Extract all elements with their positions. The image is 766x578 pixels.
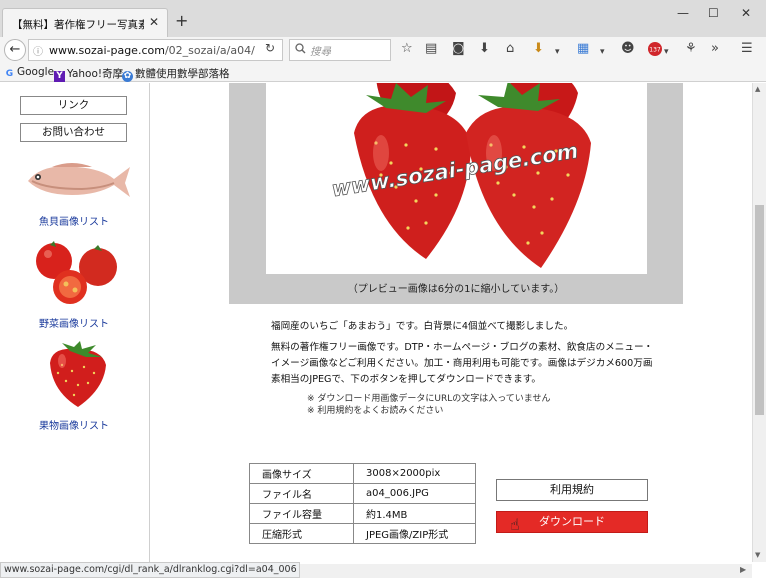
table-value: JPEG画像/ZIP形式 (353, 523, 476, 544)
url-path: /02_sozai/a/a04/ (164, 44, 255, 57)
image-info-table: 画像サイズ 3008×2000pix ファイル名 a04_006.JPG ファイ… (249, 463, 476, 544)
table-key: ファイル容量 (249, 503, 354, 524)
links-button[interactable]: リンク (20, 96, 127, 115)
horizontal-scrollbar[interactable]: ▶ (300, 564, 752, 578)
new-tab-icon[interactable]: + (175, 13, 188, 29)
reading-list-icon[interactable]: ▤ (425, 42, 437, 56)
extension-icon[interactable]: ⚘ (685, 42, 697, 56)
dropdown-arrow-icon[interactable]: ▾ (664, 45, 669, 59)
chat-icon[interactable]: ☻ (621, 42, 635, 56)
info-icon[interactable]: ⓘ (33, 43, 43, 58)
blog-icon: ✿ (122, 71, 133, 82)
table-row: ファイル容量 約1.4MB (249, 503, 476, 524)
fish-thumbnail[interactable] (22, 155, 132, 205)
table-key: ファイル名 (249, 483, 354, 504)
table-value: 3008×2000pix (353, 463, 476, 484)
bookmark-blog[interactable]: ✿ 數體使用數學部落格 (122, 66, 230, 82)
scroll-down-icon[interactable]: ▼ (755, 551, 760, 559)
table-key: 画像サイズ (249, 463, 354, 484)
adblock-icon[interactable]: 137 (647, 41, 663, 61)
scrollbar-thumb[interactable] (755, 205, 764, 415)
table-value: a04_006.JPG (353, 483, 476, 504)
close-tab-icon[interactable]: ✕ (149, 15, 159, 29)
scroll-up-icon[interactable]: ▲ (755, 85, 760, 93)
hand-cursor-icon: ☝ (510, 515, 520, 534)
bookmark-label: 數體使用數學部落格 (135, 68, 230, 80)
sidebar: リンク お問い合わせ 魚貝画像リスト 野菜画像リスト 果物画像リスト (0, 83, 150, 562)
strawberry-photo: www.sozai-page.com (330, 83, 591, 268)
dropdown-arrow-icon[interactable]: ▾ (600, 45, 605, 59)
description-line: イメージ画像などご利用ください。加工・商用利用も可能です。画像はデジカメ600万… (271, 358, 653, 369)
table-row: ファイル名 a04_006.JPG (249, 483, 476, 504)
fish-list-link[interactable]: 魚貝画像リスト (0, 213, 148, 228)
url-text: www.sozai-page.com/02_sozai/a/a04/ (49, 44, 255, 57)
home-icon[interactable]: ⌂ (506, 42, 514, 56)
description-line: 無料の著作権フリー画像です。DTP・ホームページ・ブログの素材、飲食店のメニュー… (271, 342, 654, 353)
fruit-list-link[interactable]: 果物画像リスト (0, 417, 148, 432)
url-domain: www.sozai-page.com (49, 44, 165, 57)
description-line: 福岡産のいちご「あまおう」です。白背景に4個並べて撮影しました。 (271, 321, 574, 332)
bookmark-yahoo[interactable]: Y Yahoo!奇摩 (54, 66, 123, 82)
table-value: 約1.4MB (353, 503, 476, 524)
back-arrow-icon[interactable]: ← (4, 39, 26, 61)
scroll-right-icon[interactable]: ▶ (740, 565, 746, 574)
download-icon[interactable]: ⬇ (479, 42, 490, 56)
status-bar: www.sozai-page.com/cgi/dl_rank_a/dlrankl… (0, 562, 300, 578)
note-line: ※ 利用規約をよくお読みください (307, 406, 444, 416)
terms-button[interactable]: 利用規約 (496, 479, 648, 501)
bookmark-google[interactable]: G Google (4, 66, 54, 80)
pocket-icon[interactable]: ◙ (452, 42, 465, 56)
tomato-thumbnail[interactable] (32, 239, 122, 309)
svg-text:137: 137 (649, 47, 661, 54)
table-row: 圧縮形式 JPEG画像/ZIP形式 (249, 523, 476, 544)
table-row: 画像サイズ 3008×2000pix (249, 463, 476, 484)
note-line: ※ ダウンロード用画像データにURLの文字は入っていません (307, 394, 551, 404)
vegetable-list-link[interactable]: 野菜画像リスト (0, 315, 148, 330)
search-bar[interactable]: 搜尋 (289, 39, 391, 61)
extension-grid-icon[interactable]: ▦ (577, 42, 589, 56)
reload-icon[interactable]: ↻ (265, 41, 275, 55)
dropdown-arrow-icon[interactable]: ▾ (555, 45, 560, 59)
overflow-icon[interactable]: » (711, 42, 719, 56)
bookmarks-bar: G Google Y Yahoo!奇摩 ✿ 數體使用數學部落格 (0, 63, 766, 82)
strawberry-thumbnail[interactable] (42, 341, 112, 411)
google-icon: G (5, 69, 14, 79)
title-bar: 【無料】著作権フリー写真素... ✕ + — ☐ ✕ (0, 0, 766, 37)
url-bar[interactable]: ⓘ www.sozai-page.com/02_sozai/a/a04/ | (28, 39, 295, 61)
bookmark-label: Google (17, 66, 55, 78)
page-content: リンク お問い合わせ 魚貝画像リスト 野菜画像リスト 果物画像リスト www.s… (0, 83, 752, 562)
maximize-icon[interactable]: ☐ (708, 6, 719, 20)
menu-icon[interactable]: ☰ (741, 42, 753, 56)
tab-title: 【無料】著作権フリー写真素... (12, 19, 144, 31)
vertical-scrollbar[interactable]: ▲ ▼ (752, 83, 766, 562)
extension-download-icon[interactable]: ⬇ (533, 42, 544, 56)
description-line: 素相当のJPEGで、下のボタンを押してダウンロードできます。 (271, 374, 541, 385)
preview-note: （プレビュー画像は6分の1に縮小しています。） (347, 284, 565, 295)
search-icon (295, 43, 306, 57)
search-placeholder: 搜尋 (310, 46, 331, 58)
yahoo-icon: Y (54, 71, 65, 82)
preview-image: www.sozai-page.com (266, 83, 647, 274)
window-close-icon[interactable]: ✕ (741, 6, 751, 20)
browser-tab[interactable]: 【無料】著作権フリー写真素... ✕ (2, 8, 168, 37)
table-key: 圧縮形式 (249, 523, 354, 544)
bookmark-label: Yahoo!奇摩 (67, 68, 124, 80)
contact-button[interactable]: お問い合わせ (20, 123, 127, 142)
minimize-icon[interactable]: — (677, 6, 689, 20)
star-icon[interactable]: ☆ (401, 42, 413, 56)
